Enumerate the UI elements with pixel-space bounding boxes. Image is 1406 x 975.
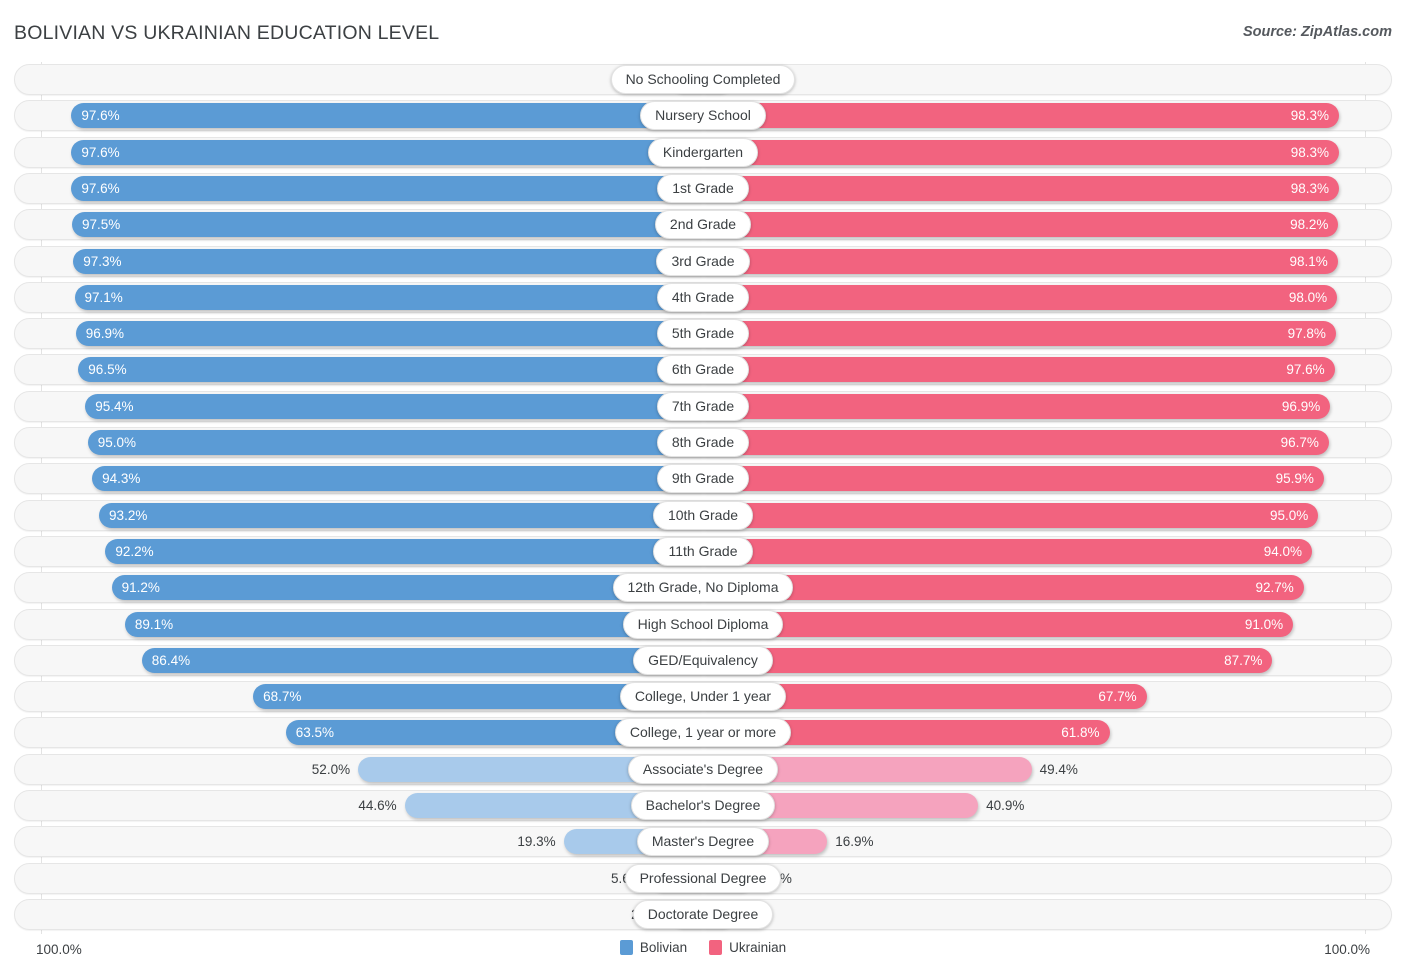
category-label-text: 10th Grade [652,500,754,530]
category-label-pill[interactable]: Doctorate Degree [14,899,1392,929]
category-label-pill[interactable]: College, Under 1 year [14,682,1392,712]
category-label-pill[interactable]: Master's Degree [14,827,1392,857]
chart-header: BOLIVIAN VS UKRAINIAN EDUCATION LEVEL So… [0,0,1406,58]
category-label-pill[interactable]: No Schooling Completed [14,65,1392,94]
legend-swatch-icon [619,940,633,955]
category-label-pill[interactable]: 6th Grade [14,355,1392,385]
category-label-pill[interactable]: 10th Grade [14,500,1392,530]
category-label-pill[interactable]: 3rd Grade [14,246,1392,276]
category-label-text: 3rd Grade [656,246,750,276]
category-label-text: 8th Grade [656,428,750,457]
category-label-text: No Schooling Completed [610,65,796,94]
table-row: 97.6% 98.3% Nursery School [14,100,1392,132]
chart-legend: Bolivian Ukrainian [0,940,1406,955]
legend-item-ukrainian[interactable]: Ukrainian [709,940,786,955]
diverging-bar-plot: 2.4%1.8%No Schooling Completed 97.6%98.3%… [0,58,1406,938]
legend-item-bolivian[interactable]: Bolivian [619,940,688,955]
chart-footer: 100.0% 100.0% Bolivian Ukrainian [0,938,1406,975]
page-title: BOLIVIAN VS UKRAINIAN EDUCATION LEVEL [14,22,440,44]
category-label-text: GED/Equivalency [633,645,773,675]
table-row: 2.4%1.8%No Schooling Completed [14,64,1392,95]
chart-page: BOLIVIAN VS UKRAINIAN EDUCATION LEVEL So… [0,0,1406,975]
category-label-pill[interactable]: Professional Degree [14,863,1392,893]
category-label-pill[interactable]: 7th Grade [14,391,1392,421]
category-label-pill[interactable]: 12th Grade, No Diploma [14,573,1392,603]
table-row: 86.4% 87.7% GED/Equivalency [14,644,1392,676]
category-label-text: College, Under 1 year [619,682,787,712]
category-label-text: Associate's Degree [627,754,779,784]
table-row: 97.6% 98.3% 1st Grade [14,172,1392,204]
table-row: 91.2% 92.7% 12th Grade, No Diploma [14,572,1392,604]
table-row: 96.5% 97.6% 6th Grade [14,354,1392,386]
table-row: 44.6% 40.9% Bachelor's Degree [14,790,1392,821]
table-row: 5.6%5.1%Professional Degree [14,862,1392,894]
category-label-pill[interactable]: Associate's Degree [14,754,1392,784]
category-label-pill[interactable]: Kindergarten [14,137,1392,167]
category-label-text: 11th Grade [653,536,753,566]
category-label-text: 6th Grade [656,355,750,385]
category-label-text: 1st Grade [657,173,749,203]
table-row: 2.4%2.1%Doctorate Degree [14,898,1392,930]
table-row: 97.5% 98.2% 2nd Grade [14,209,1392,241]
legend-label: Bolivian [639,940,688,955]
category-label-text: 5th Grade [656,319,750,349]
category-label-text: Doctorate Degree [632,899,774,929]
category-label-pill[interactable]: 9th Grade [14,464,1392,494]
category-label-text: Master's Degree [636,827,770,857]
category-label-text: Professional Degree [624,863,782,893]
legend-label: Ukrainian [729,940,787,955]
category-label-pill[interactable]: College, 1 year or more [14,718,1392,748]
category-label-pill[interactable]: 11th Grade [14,536,1392,566]
category-label-text: High School Diploma [622,609,784,639]
category-label-pill[interactable]: Bachelor's Degree [14,791,1392,820]
category-label-text: 2nd Grade [654,210,752,240]
table-row: 63.5% 61.8% College, 1 year or more [14,717,1392,749]
category-label-text: 4th Grade [656,282,750,312]
source-attribution: Source: ZipAtlas.com [1242,24,1392,40]
table-row: 97.1% 98.0% 4th Grade [14,281,1392,313]
category-label-pill[interactable]: 5th Grade [14,319,1392,349]
category-label-text: 9th Grade [656,464,750,494]
table-row: 68.7% 67.7% College, Under 1 year [14,681,1392,713]
category-label-text: Bachelor's Degree [630,791,776,820]
category-label-pill[interactable]: Nursery School [14,101,1392,131]
category-label-text: College, 1 year or more [614,718,792,748]
category-label-text: 12th Grade, No Diploma [612,573,794,603]
table-row: 89.1% 91.0% High School Diploma [14,608,1392,640]
category-label-pill[interactable]: 2nd Grade [14,210,1392,240]
table-row: 93.2% 95.0% 10th Grade [14,499,1392,531]
table-row: 95.0% 96.7% 8th Grade [14,427,1392,458]
table-row: 95.4% 96.9% 7th Grade [14,390,1392,422]
category-label-text: 7th Grade [656,391,750,421]
table-row: 96.9% 97.8% 5th Grade [14,318,1392,350]
category-label-pill[interactable]: 1st Grade [14,173,1392,203]
table-row: 52.0% 49.4% Associate's Degree [14,753,1392,785]
category-label-text: Kindergarten [647,137,759,167]
category-label-pill[interactable]: High School Diploma [14,609,1392,639]
table-row: 94.3% 95.9% 9th Grade [14,463,1392,495]
table-row: 92.2% 94.0% 11th Grade [14,535,1392,567]
category-label-text: Nursery School [640,101,766,131]
category-label-pill[interactable]: 4th Grade [14,282,1392,312]
table-row: 97.3% 98.1% 3rd Grade [14,245,1392,277]
category-label-pill[interactable]: GED/Equivalency [14,645,1392,675]
legend-swatch-icon [709,940,723,955]
table-row: 19.3% 16.9% Master's Degree [14,826,1392,858]
table-row: 97.6% 98.3% Kindergarten [14,136,1392,168]
category-label-pill[interactable]: 8th Grade [14,428,1392,457]
